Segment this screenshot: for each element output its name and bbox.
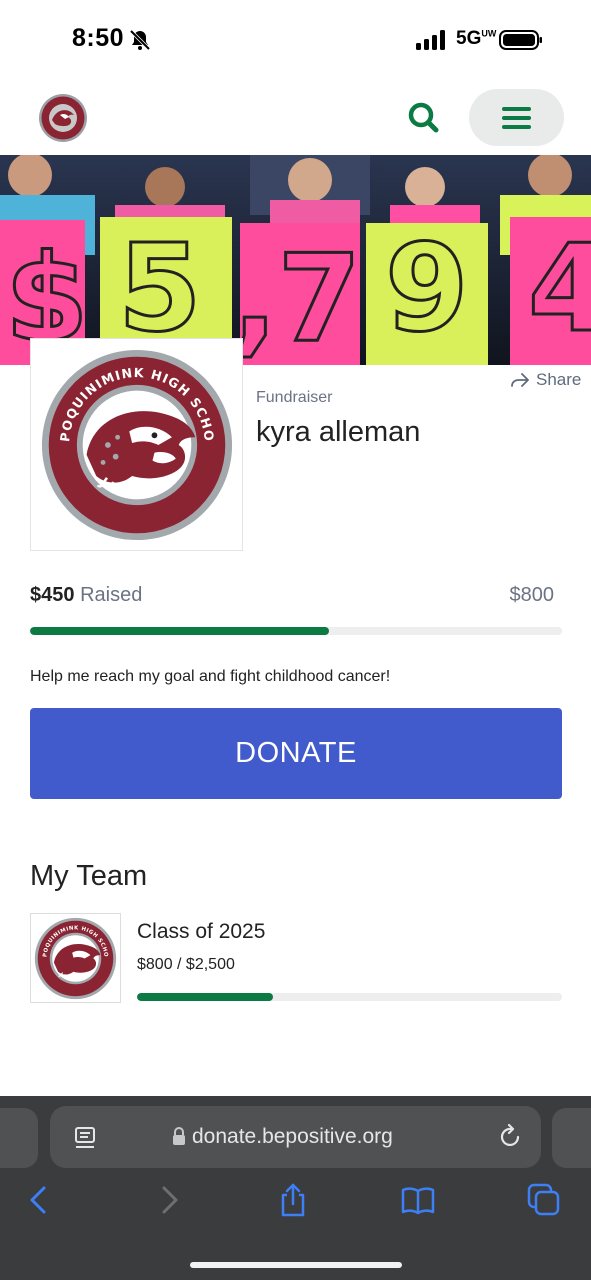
- share-label: Share: [536, 370, 582, 389]
- donate-button[interactable]: DONATE: [30, 708, 562, 799]
- fundraiser-type-label: Fundraiser: [256, 389, 333, 406]
- raised-summary: $450 Raised: [30, 584, 142, 607]
- raised-amount: $450: [30, 584, 75, 606]
- battery-icon: [499, 30, 542, 50]
- team-avatar[interactable]: APPOQUINIMINK HIGH SCHOOL JAGUARS: [30, 913, 121, 1003]
- previous-tab-preview[interactable]: [0, 1108, 38, 1168]
- home-indicator: [190, 1262, 402, 1268]
- banner-sign-3: ,7: [232, 230, 361, 365]
- banner-photo: $ 5 ,7 9 4: [0, 155, 591, 365]
- raised-label: Raised: [80, 584, 143, 606]
- cellular-signal-icon: [416, 30, 445, 50]
- banner-image: $ 5 ,7 9 4: [0, 155, 591, 365]
- progress-bar-fill: [30, 627, 330, 635]
- search-icon[interactable]: [404, 98, 444, 138]
- school-logo-large: APPOQUINIMINK HIGH SCHOOL JAGUARS: [40, 348, 233, 541]
- banner-sign-5: 4: [528, 220, 591, 359]
- fundraiser-name: kyra alleman: [256, 416, 421, 448]
- lock-icon: [173, 1127, 185, 1145]
- team-progress-fill: [137, 993, 273, 1001]
- team-heading: My Team: [30, 860, 148, 892]
- team-name-link[interactable]: Class of 2025: [137, 920, 265, 944]
- hamburger-menu-button[interactable]: [469, 89, 564, 146]
- share-button[interactable]: Share: [510, 370, 581, 390]
- back-icon[interactable]: [22, 1182, 58, 1218]
- school-logo-icon[interactable]: [38, 93, 88, 143]
- hamburger-menu-icon: [502, 107, 531, 111]
- share-icon: [511, 373, 529, 387]
- next-tab-preview[interactable]: [552, 1108, 591, 1168]
- bell-muted-icon: [129, 29, 151, 51]
- status-bar: 8:50 5GUW: [0, 0, 591, 80]
- goal-amount: $800: [509, 584, 555, 606]
- banner-sign-4: 9: [385, 220, 469, 359]
- forward-icon[interactable]: [150, 1182, 186, 1218]
- tabs-icon[interactable]: [526, 1182, 562, 1218]
- url-text: donate.bepositive.org: [192, 1125, 393, 1148]
- reader-mode-icon[interactable]: [74, 1126, 96, 1150]
- bookmarks-icon[interactable]: [400, 1182, 436, 1218]
- team-amount: $800 / $2,500: [137, 956, 235, 973]
- school-logo-icon: APPOQUINIMINK HIGH SCHOOL JAGUARS: [34, 917, 117, 1000]
- team-progress-bar: [137, 993, 562, 1001]
- browser-toolbar: donate.bepositive.org: [0, 1096, 591, 1280]
- fundraiser-message: Help me reach my goal and fight childhoo…: [30, 668, 391, 685]
- share-sheet-icon[interactable]: [275, 1182, 311, 1218]
- status-time: 8:50: [72, 24, 125, 52]
- address-bar[interactable]: donate.bepositive.org: [50, 1106, 541, 1168]
- network-type: 5GUW: [456, 28, 497, 49]
- site-header: [0, 80, 591, 156]
- reload-icon[interactable]: [499, 1124, 523, 1150]
- fundraiser-avatar: APPOQUINIMINK HIGH SCHOOL JAGUARS: [30, 338, 243, 551]
- fundraising-progress-bar: [30, 627, 562, 635]
